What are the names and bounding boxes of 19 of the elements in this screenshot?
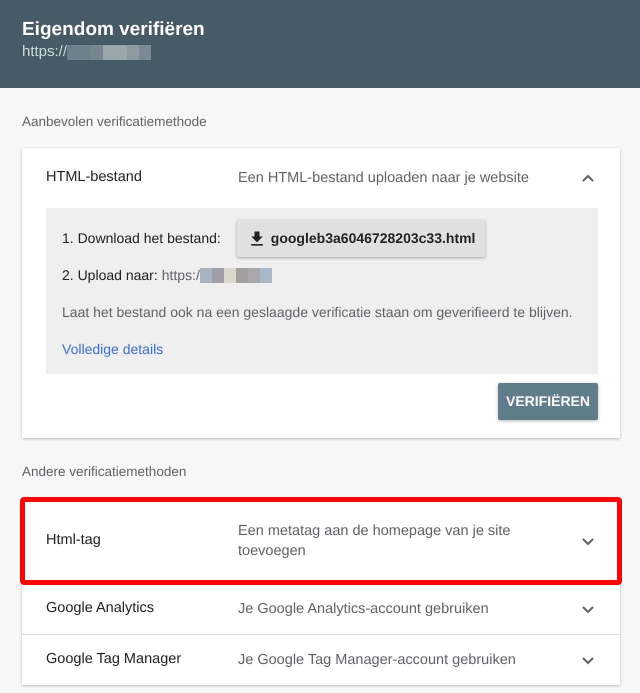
page-title: Eigendom verifiëren	[22, 18, 206, 42]
method-description: Een HTML-bestand uploaden naar je website	[238, 169, 530, 188]
method-name: Html-tag	[46, 530, 102, 550]
method-description: Je Google Tag Manager-account gebruiken	[238, 650, 517, 670]
upload-url: https:/	[162, 266, 200, 286]
method-description: Je Google Analytics-account gebruiken	[238, 600, 490, 618]
verify-button[interactable]: VERIFIËREN	[498, 383, 598, 420]
method-description: Een metatag aan de homepage van je site toevoegen	[238, 522, 512, 560]
method-name: Google Tag Manager	[46, 650, 182, 669]
full-details-link[interactable]: Volledige details	[62, 341, 164, 358]
step-text: 2. Upload naar:	[62, 266, 158, 286]
section-label: Andere verificatiemethoden	[21, 463, 188, 482]
method-name: HTML-bestand	[46, 168, 143, 188]
instruction-note: Laat het bestand ook na een geslaagde verificatie staan om geverifieerd te blijven.	[62, 303, 574, 322]
step-text: 1. Download het bestand:	[62, 229, 221, 248]
download-file-button[interactable]: googleb3a6046728203c33.html	[236, 220, 486, 258]
method-name: Google Analytics	[46, 598, 156, 618]
property-url: https://	[22, 42, 68, 62]
section-label: Aanbevolen verificatiemethode	[21, 113, 208, 131]
